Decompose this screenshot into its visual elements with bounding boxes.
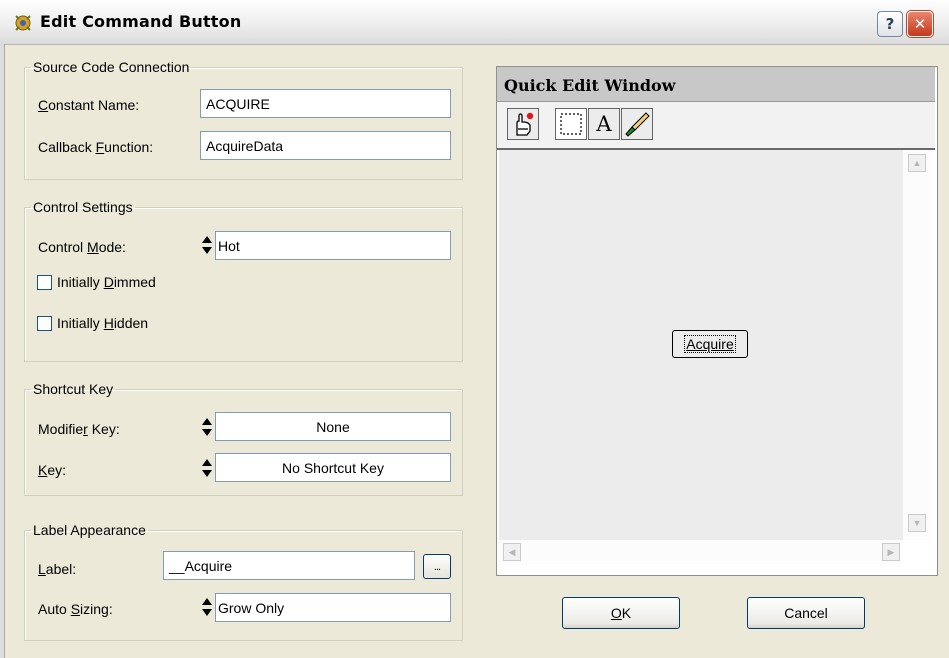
color-tool-icon — [625, 112, 650, 137]
text-tool-icon: A — [596, 112, 612, 136]
scroll-down-icon[interactable]: ▼ — [908, 514, 926, 532]
auto-sizing-field[interactable]: Grow Only — [215, 593, 451, 622]
ok-button[interactable]: OK — [562, 597, 680, 629]
initially-dimmed-label: Initially Dimmed — [57, 274, 156, 290]
select-tool-button[interactable] — [555, 108, 587, 140]
label-browse-button[interactable]: ... — [423, 554, 451, 579]
initially-hidden-label: Initially Hidden — [57, 315, 149, 331]
scroll-left-icon[interactable]: ◀ — [503, 543, 521, 561]
vertical-scrollbar[interactable]: ▲ ▼ — [903, 150, 931, 540]
ok-button-label: OK — [610, 605, 632, 621]
select-tool-icon — [560, 113, 582, 135]
help-icon: ? — [885, 15, 895, 33]
scroll-up-icon[interactable]: ▲ — [908, 154, 926, 172]
cancel-button[interactable]: Cancel — [747, 597, 865, 629]
label-appearance-group: Label Appearance — [24, 523, 463, 641]
window-frame-left — [0, 44, 5, 658]
key-spinner[interactable] — [201, 458, 213, 478]
group-legend: Source Code Connection — [33, 59, 190, 75]
modifier-key-label: Modifier Key: — [38, 421, 120, 437]
constant-name-input[interactable]: ACQUIRE — [200, 89, 451, 118]
modifier-key-spinner[interactable] — [201, 417, 213, 437]
window-title: Edit Command Button — [40, 12, 242, 31]
constant-name-label: Constant Name: — [38, 97, 140, 113]
control-mode-field[interactable]: Hot — [215, 231, 451, 260]
initially-hidden-checkbox[interactable] — [37, 316, 52, 331]
initially-dimmed-checkbox[interactable] — [37, 275, 52, 290]
close-button[interactable]: ✕ — [906, 10, 934, 38]
operate-tool-button[interactable] — [507, 108, 539, 140]
color-tool-button[interactable] — [621, 108, 653, 140]
control-mode-spinner[interactable] — [201, 235, 213, 255]
key-field[interactable]: No Shortcut Key — [215, 453, 451, 482]
label-input[interactable]: __Acquire — [163, 551, 415, 580]
quick-edit-title: Quick Edit Window — [504, 76, 676, 95]
auto-sizing-spinner[interactable] — [201, 597, 213, 617]
group-legend: Control Settings — [33, 199, 133, 215]
callback-function-input[interactable]: AcquireData — [200, 131, 451, 160]
help-button[interactable]: ? — [877, 11, 903, 37]
modifier-key-field[interactable]: None — [215, 412, 451, 441]
quick-edit-header: Quick Edit Window — [497, 67, 935, 102]
close-icon: ✕ — [913, 15, 927, 33]
group-legend: Shortcut Key — [33, 381, 114, 397]
app-icon — [15, 15, 31, 31]
operate-tool-icon — [516, 112, 534, 136]
auto-sizing-label: Auto Sizing: — [38, 601, 113, 617]
key-label: Key: — [38, 462, 67, 478]
acquire-preview-label: Acquire — [684, 335, 736, 353]
source-code-connection-group: Source Code Connection — [24, 60, 463, 180]
acquire-preview-button[interactable]: Acquire — [672, 330, 748, 358]
control-mode-label: Control Mode: — [38, 239, 126, 255]
callback-function-label: Callback Function: — [38, 139, 154, 155]
label-label: Label: — [38, 561, 77, 577]
group-legend: Label Appearance — [33, 522, 146, 538]
horizontal-scrollbar[interactable]: ◀ ▶ — [499, 540, 903, 564]
scroll-right-icon[interactable]: ▶ — [882, 543, 900, 561]
text-tool-button[interactable]: A — [588, 108, 620, 140]
quick-edit-toolbar: A — [497, 102, 935, 150]
